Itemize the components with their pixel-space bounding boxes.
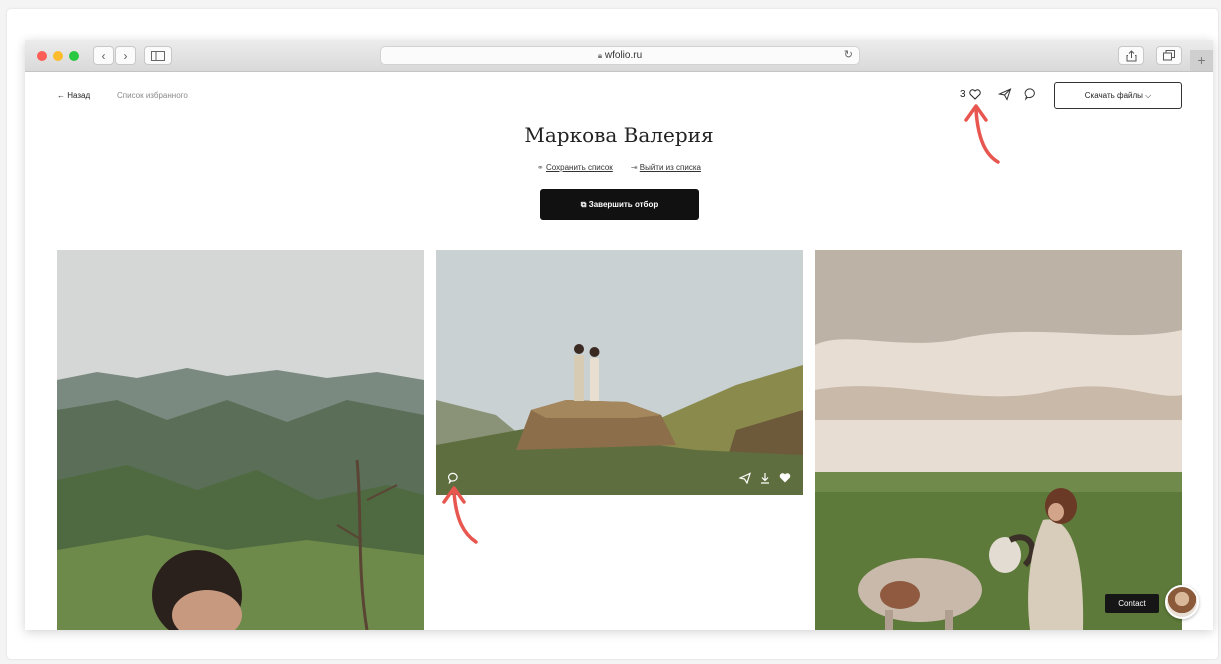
photo-send-icon[interactable]	[739, 472, 751, 484]
maximize-window-button[interactable]	[69, 51, 79, 61]
address-bar[interactable]: 🔒︎ wfolio.ru ↻	[380, 46, 860, 65]
lock-icon: 🔒︎	[597, 51, 603, 60]
finish-selection-label: Завершить отбор	[588, 200, 659, 209]
exit-list-label: Выйти из списка	[639, 163, 701, 172]
photo-heart-icon[interactable]	[779, 472, 791, 484]
finish-selection-button[interactable]: ⧉ Завершить отбор	[540, 189, 699, 220]
annotation-arrow-comment	[442, 486, 478, 544]
mountains-image	[57, 250, 424, 630]
chevron-right-icon: ›	[123, 48, 128, 63]
browser-back-button[interactable]: ‹	[93, 46, 114, 65]
tabs-icon	[1163, 50, 1175, 61]
back-link[interactable]: ← Назад	[57, 91, 90, 100]
browser-forward-button[interactable]: ›	[115, 46, 136, 65]
exit-list-link[interactable]: ⇥ Выйти из списка	[631, 163, 701, 172]
send-icon[interactable]	[998, 87, 1012, 101]
web-page: ← Назад Список избранного 3 Скачать файл…	[25, 72, 1213, 630]
favorites-counter[interactable]: 3	[960, 89, 981, 100]
tabs-overview-button[interactable]	[1156, 46, 1182, 65]
comment-icon[interactable]	[1024, 87, 1038, 101]
browser-titlebar: ‹ › 🔒︎ wfolio.ru ↻ +	[25, 40, 1213, 72]
gallery-photo-mountains[interactable]	[57, 250, 424, 630]
list-actions: ⚭ Сохранить список ⇥ Выйти из списка	[25, 163, 1213, 172]
share-icon	[1126, 49, 1136, 61]
annotation-arrow-favorites	[964, 104, 1000, 164]
gallery-photo-ram[interactable]	[815, 250, 1182, 630]
minimize-window-button[interactable]	[53, 51, 63, 61]
contact-button[interactable]: Contact	[1105, 594, 1159, 613]
new-tab-button[interactable]: +	[1190, 50, 1213, 71]
save-list-label: Сохранить список	[545, 163, 613, 172]
save-list-link[interactable]: ⚭ Сохранить список	[537, 163, 613, 172]
favorites-count: 3	[960, 89, 966, 100]
url-text: wfolio.ru	[604, 50, 643, 61]
download-files-button[interactable]: Скачать файлы ⌵	[1054, 82, 1182, 109]
share-button[interactable]	[1118, 46, 1144, 65]
close-window-button[interactable]	[37, 51, 47, 61]
breadcrumb[interactable]: Список избранного	[117, 91, 188, 100]
couple-image	[436, 250, 803, 495]
sidebar-icon	[151, 50, 165, 61]
download-icon[interactable]	[759, 472, 771, 484]
link-icon: ⚭	[537, 163, 544, 172]
sidebar-toggle-button[interactable]	[144, 46, 172, 65]
browser-window: ‹ › 🔒︎ wfolio.ru ↻ + ← Назад Список избр…	[25, 40, 1213, 630]
heart-icon	[968, 89, 981, 100]
external-link-icon: ⧉	[580, 200, 587, 209]
chevron-left-icon: ‹	[101, 48, 106, 63]
page-title: Маркова Валерия	[524, 123, 714, 147]
reload-icon[interactable]: ↻	[844, 47, 853, 64]
gallery-photo-couple[interactable]	[436, 250, 803, 495]
exit-icon: ⇥	[630, 163, 638, 172]
ram-image	[815, 250, 1182, 630]
avatar[interactable]	[1165, 585, 1199, 619]
